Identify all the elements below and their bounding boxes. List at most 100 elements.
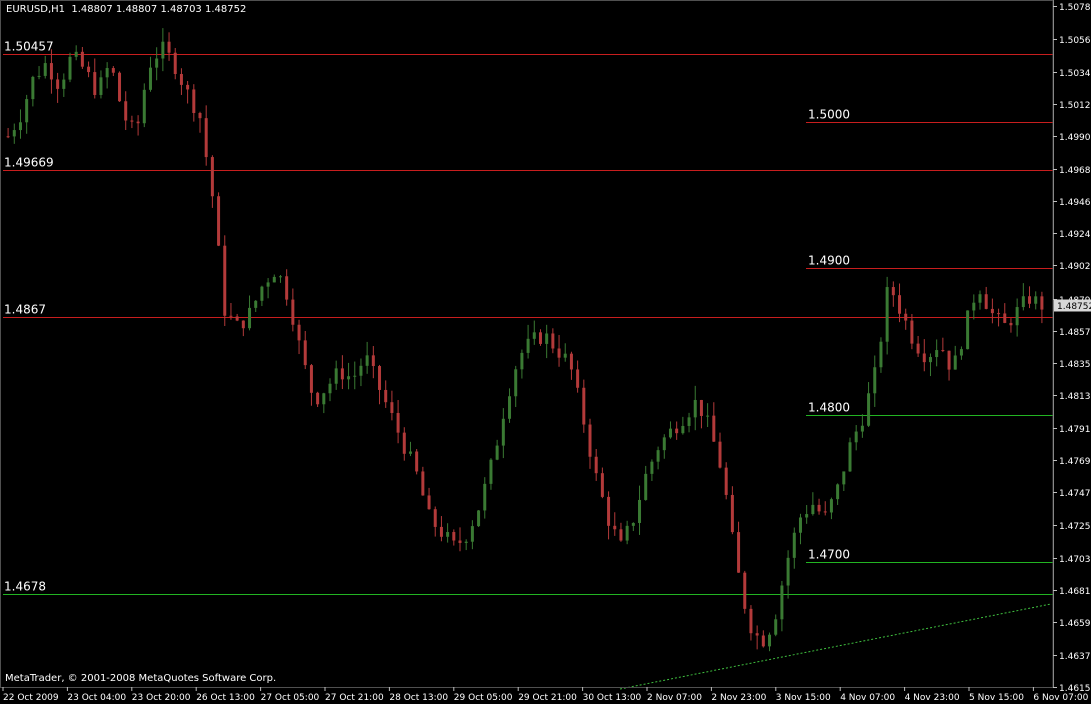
candle-body	[390, 402, 394, 413]
candle-body	[421, 471, 425, 496]
candle-body	[161, 41, 165, 59]
candle-body	[959, 349, 963, 356]
candle-body	[867, 393, 871, 426]
price-tick-label: 1.46810	[1059, 587, 1091, 597]
candle-body	[470, 526, 474, 542]
candle-body	[650, 461, 654, 474]
candle-body	[576, 369, 580, 388]
candle-body	[384, 389, 388, 403]
candle-body	[241, 320, 245, 329]
candle-body	[817, 504, 821, 512]
price-level-label: 1.5000	[808, 108, 850, 122]
price-tick-label: 1.50340	[1059, 69, 1091, 79]
time-tick-label: 4 Nov 07:00	[840, 693, 895, 703]
candle-body	[885, 287, 889, 342]
candle-body	[229, 315, 233, 317]
price-tick-label: 1.47475	[1059, 489, 1091, 499]
candle-body	[74, 51, 78, 57]
candle-body	[860, 425, 864, 432]
plot-background	[0, 0, 1091, 704]
candle-body	[823, 511, 827, 513]
candle-body	[699, 399, 703, 416]
candle-body	[718, 441, 722, 468]
candle-body	[724, 467, 728, 495]
candle-body	[675, 428, 679, 434]
candle-body	[706, 415, 710, 417]
candle-body	[916, 343, 920, 354]
candle-body	[538, 332, 542, 344]
time-tick-label: 29 Oct 05:00	[454, 693, 513, 703]
time-tick-label: 27 Oct 05:00	[261, 693, 320, 703]
candle-body	[204, 118, 208, 158]
candle-body	[316, 392, 320, 405]
candle-body	[43, 63, 47, 76]
candle-body	[829, 499, 833, 513]
price-tick-label: 1.46370	[1059, 652, 1091, 662]
candle-body	[396, 412, 400, 433]
candle-body	[56, 79, 60, 89]
candle-body	[272, 276, 276, 283]
candle-body	[124, 101, 128, 121]
candle-body	[972, 302, 976, 311]
candle-body	[415, 451, 419, 472]
time-tick-label: 28 Oct 13:00	[389, 693, 448, 703]
candle-body	[854, 431, 858, 443]
price-tick-label: 1.47695	[1059, 457, 1091, 467]
candle-body	[798, 517, 802, 533]
ohlc-values: 1.48807 1.48807 1.48703 1.48752	[71, 4, 247, 15]
candle-body	[687, 417, 691, 426]
candle-body	[737, 532, 741, 573]
candle-body	[1003, 313, 1007, 323]
candle-body	[353, 375, 357, 377]
candle-body	[155, 58, 159, 68]
candle-body	[347, 376, 351, 380]
candle-body	[18, 122, 22, 131]
candle-body	[111, 68, 115, 73]
candle-body	[179, 74, 183, 85]
candle-body	[217, 196, 221, 246]
candle-body	[186, 84, 190, 90]
candle-body	[898, 295, 902, 314]
level-label: 1.49669	[4, 156, 54, 170]
candle-body	[291, 299, 295, 325]
candle-body	[80, 51, 84, 67]
candle-body	[136, 121, 140, 124]
time-tick-label: 29 Oct 21:00	[518, 693, 577, 703]
candle-body	[173, 52, 177, 75]
price-level-label: 1.4700	[808, 548, 850, 562]
candle-body	[266, 282, 270, 287]
candle-body	[768, 634, 772, 647]
candle-body	[1040, 296, 1044, 310]
candle-body	[662, 437, 666, 451]
candle-body	[334, 368, 338, 384]
candle-body	[730, 494, 734, 533]
candle-body	[303, 340, 307, 366]
price-tick-label: 1.48135	[1059, 392, 1091, 402]
candle-body	[167, 41, 171, 53]
candle-body	[631, 522, 635, 526]
candle-body	[792, 532, 796, 558]
candle-body	[891, 287, 895, 296]
candle-body	[805, 514, 809, 518]
candle-body	[62, 79, 66, 89]
candle-body	[87, 66, 91, 73]
candle-body	[248, 307, 252, 329]
time-tick-label: 2 Nov 23:00	[711, 693, 766, 703]
candle-body	[6, 136, 10, 138]
candle-body	[928, 357, 932, 363]
candle-body	[12, 130, 16, 137]
candle-body	[607, 496, 611, 526]
time-tick-label: 23 Oct 04:00	[67, 693, 126, 703]
symbol-label: EURUSD,H1	[6, 4, 66, 15]
candle-body	[569, 353, 573, 370]
candle-body	[359, 365, 363, 376]
candle-body	[953, 355, 957, 370]
candle-body	[532, 332, 536, 339]
candle-body	[223, 245, 227, 316]
candle-body	[848, 442, 852, 472]
candle-body	[997, 313, 1001, 315]
candle-body	[433, 509, 437, 527]
time-tick-label: 6 Nov 07:00	[1033, 693, 1088, 703]
level-label: 1.4678	[4, 580, 46, 594]
candle-body	[749, 608, 753, 634]
